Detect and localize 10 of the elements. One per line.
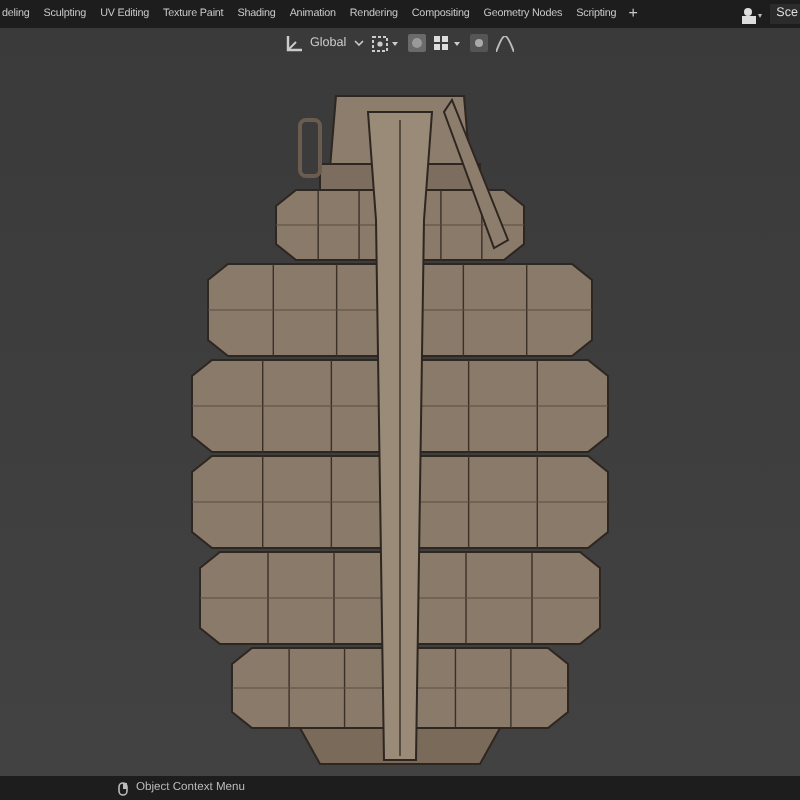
add-workspace-button[interactable]: + bbox=[628, 2, 638, 26]
scene-icon[interactable] bbox=[740, 5, 765, 23]
pivot-point-icon[interactable] bbox=[372, 35, 401, 52]
mouse-icon bbox=[118, 781, 128, 795]
snap-grid-icon[interactable] bbox=[434, 35, 463, 52]
snap-toggle-icon[interactable] bbox=[408, 34, 427, 53]
proportional-editing-icon[interactable] bbox=[470, 34, 489, 53]
falloff-curve-icon[interactable] bbox=[496, 35, 515, 52]
caret-icon bbox=[354, 40, 365, 47]
transform-orientation-icon bbox=[286, 35, 302, 52]
